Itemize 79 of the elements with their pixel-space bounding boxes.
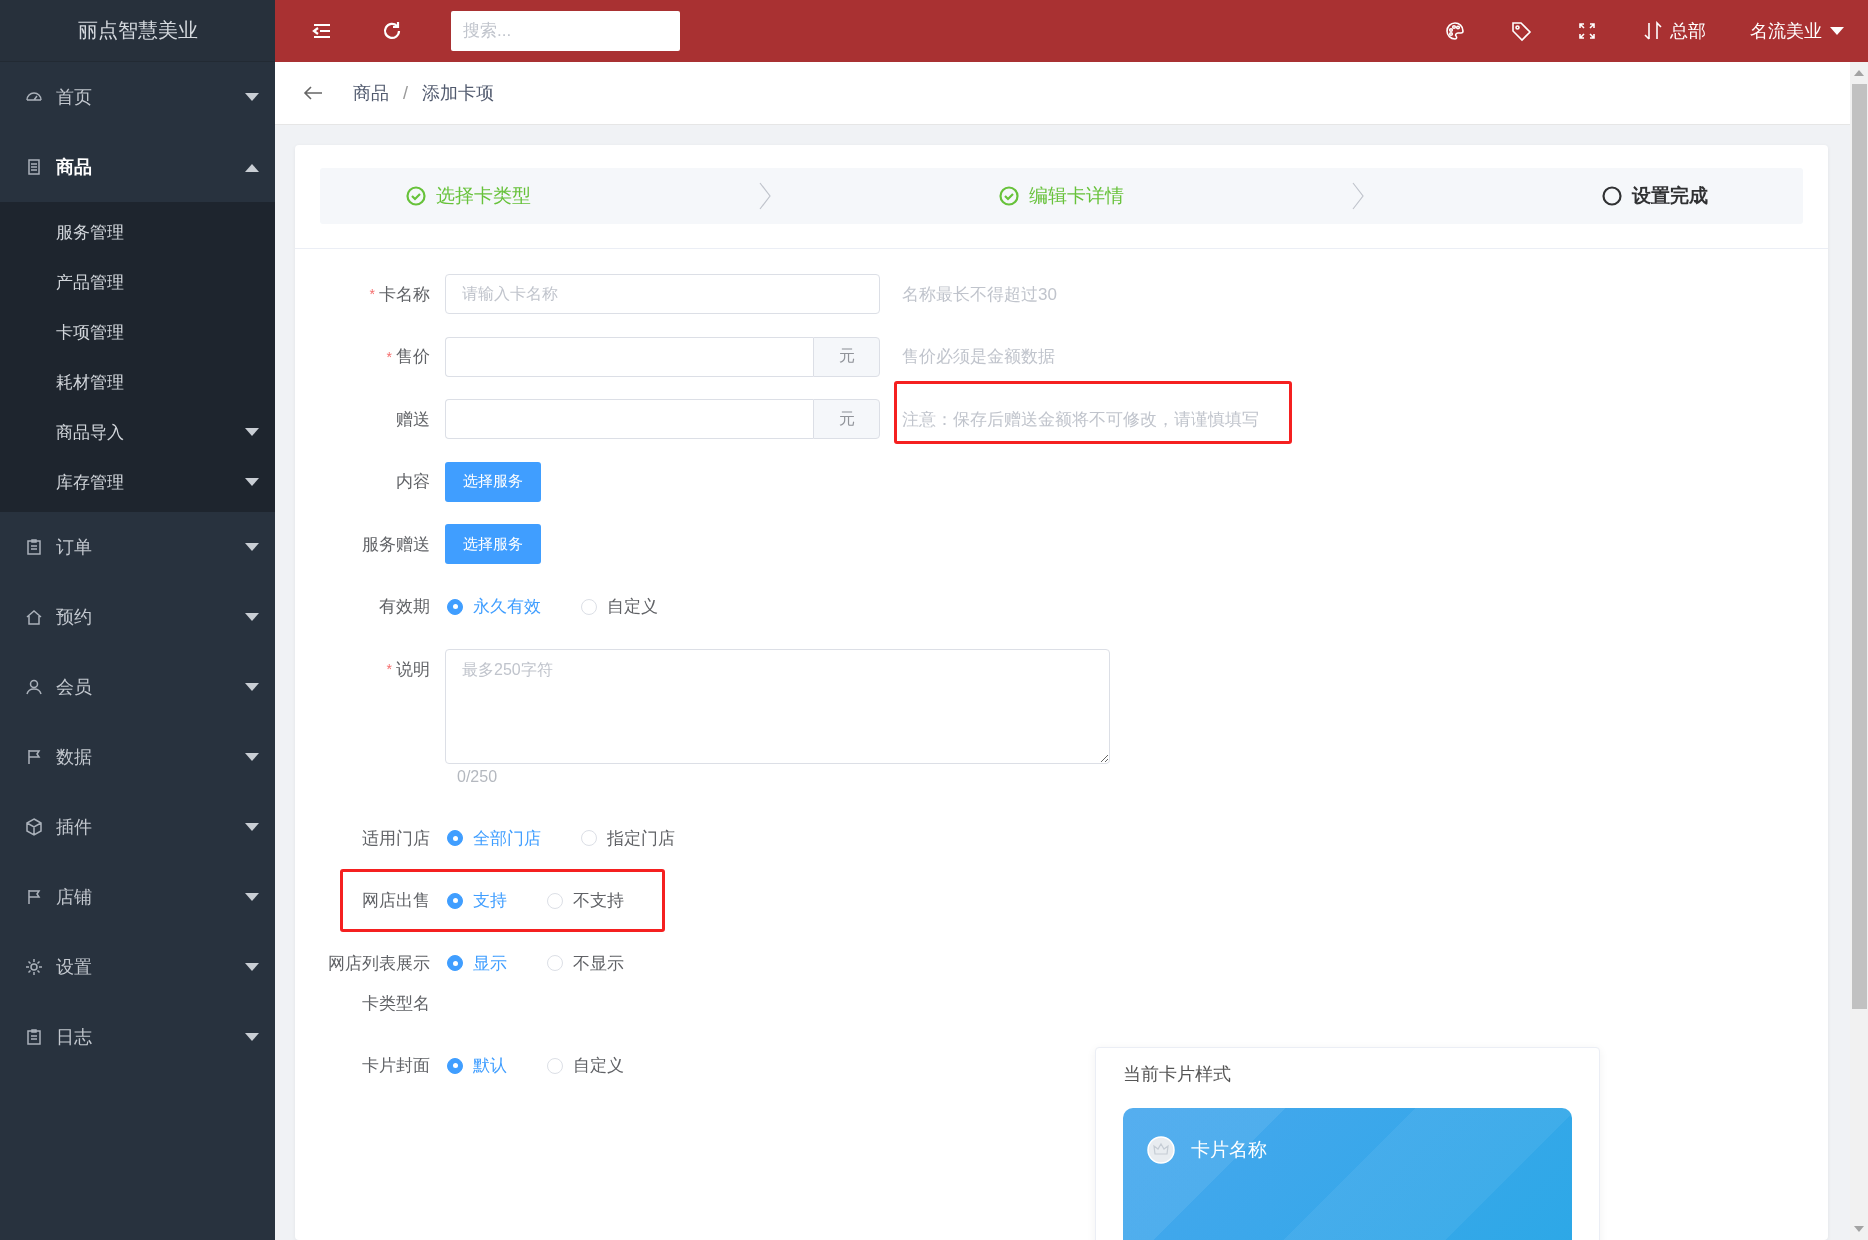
field-label: 有效期 <box>379 596 430 618</box>
field-hint: 名称最长不得超过30 <box>902 284 1057 304</box>
breadcrumb-item[interactable]: 商品 <box>353 81 389 105</box>
radio-option[interactable]: 自定义 <box>545 1054 624 1077</box>
field-label: 卡名称 <box>379 283 430 306</box>
sidebar-item[interactable]: 店铺 <box>0 862 275 932</box>
required-mark: * <box>369 286 375 302</box>
description-field[interactable]: 最多250字符 <box>445 649 1110 764</box>
app-logo-text: 丽点智慧美业 <box>77 18 198 43</box>
step: 选择卡类型 <box>320 183 617 209</box>
breadcrumb-separator: / <box>403 82 408 104</box>
field-label: 服务赠送 <box>362 533 430 556</box>
sidebar-item[interactable]: 插件 <box>0 792 275 862</box>
field-hint: 售价必须是金额数据 <box>902 347 1055 366</box>
radio-option[interactable]: 不显示 <box>545 951 624 975</box>
unit-addon: 元 <box>813 399 880 439</box>
submenu-item[interactable]: 产品管理 <box>0 257 275 307</box>
arrows-icon <box>1642 20 1664 42</box>
clipboard-icon <box>24 537 44 557</box>
field-label: 说明 <box>396 658 430 681</box>
user-menu[interactable]: 名流美业 <box>1750 19 1844 43</box>
field-label: 内容 <box>396 471 430 493</box>
refresh-icon[interactable] <box>381 20 403 42</box>
amount-field[interactable] <box>445 399 813 439</box>
field-label: 适用门店 <box>362 827 430 850</box>
sidebar-item[interactable]: 数据 <box>0 722 275 792</box>
back-arrow-icon[interactable] <box>303 85 323 101</box>
field-label: 网店出售 <box>362 890 430 912</box>
unit-addon: 元 <box>813 336 880 377</box>
caret-icon <box>245 477 259 487</box>
submenu-item[interactable]: 服务管理 <box>0 207 275 257</box>
sidebar-item[interactable]: 订单 <box>0 512 275 582</box>
sidebar-item[interactable]: 商品 <box>0 132 275 202</box>
house-icon <box>24 607 44 627</box>
field-label: 卡片封面 <box>362 1055 430 1077</box>
search-field[interactable]: 搜索... <box>451 11 680 51</box>
branch-link[interactable]: 总部 <box>1642 19 1706 43</box>
sidebar-item[interactable]: 设置 <box>0 932 275 1002</box>
sidebar-item[interactable]: 会员 <box>0 652 275 722</box>
fullscreen-icon[interactable] <box>1576 20 1598 42</box>
radio-option[interactable]: 指定门店 <box>579 826 675 850</box>
submenu-item[interactable]: 卡项管理 <box>0 307 275 357</box>
palette-icon[interactable] <box>1444 20 1466 42</box>
circle-icon <box>1601 186 1622 206</box>
caret-icon <box>245 427 259 437</box>
amount-field[interactable] <box>445 336 813 377</box>
step: 设置完成 <box>1506 183 1803 209</box>
field-label: 网店列表展示 <box>328 952 430 975</box>
radio-option[interactable]: 不支持 <box>545 889 624 912</box>
sidebar-item[interactable]: 首页 <box>0 62 275 132</box>
check-circle-icon <box>405 186 426 206</box>
field-label: 赠送 <box>396 408 430 431</box>
panel-title: 当前卡片样式 <box>1123 1062 1232 1086</box>
tag-icon[interactable] <box>1510 20 1532 42</box>
check-circle-icon <box>999 186 1019 206</box>
person-icon <box>24 677 44 697</box>
submenu-item[interactable]: 库存管理 <box>0 457 275 507</box>
sidebar-item[interactable]: 预约 <box>0 582 275 652</box>
text-field[interactable]: 请输入卡名称 <box>445 274 880 314</box>
breadcrumb-item[interactable]: 添加卡项 <box>422 81 494 105</box>
cube-icon <box>24 817 44 837</box>
sidebar-item[interactable]: 日志 <box>0 1002 275 1072</box>
clipboard-icon <box>24 1027 44 1047</box>
caret-icon <box>1830 26 1844 36</box>
character-counter: 0/250 <box>456 768 499 786</box>
required-mark: * <box>386 661 392 677</box>
chevron-icon <box>757 181 772 211</box>
submenu-item[interactable]: 商品导入 <box>0 407 275 457</box>
radio-option[interactable]: 自定义 <box>579 595 658 618</box>
field-label: 卡类型名 <box>362 992 430 1015</box>
required-mark: * <box>386 348 392 365</box>
field-hint: 注意：保存后赠送金额将不可修改，请谨慎填写 <box>902 409 1259 429</box>
step: 编辑卡详情 <box>913 183 1210 209</box>
chevron-icon <box>1351 181 1366 211</box>
crown-icon <box>1147 1135 1175 1164</box>
field-label: 售价 <box>396 346 430 368</box>
card-name: 卡片名称 <box>1191 1137 1267 1162</box>
submenu-item[interactable]: 耗材管理 <box>0 357 275 407</box>
gear-icon <box>24 957 44 977</box>
